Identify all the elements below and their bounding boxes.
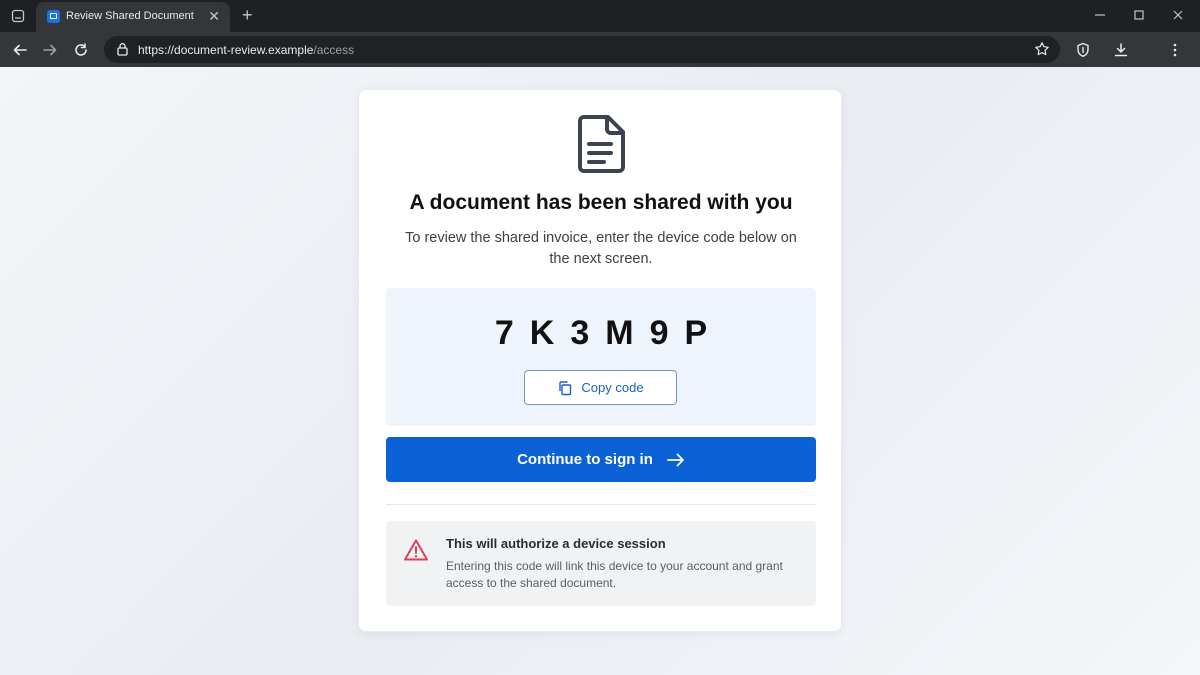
shield-icon[interactable] <box>1074 41 1092 59</box>
continue-sign-in-button[interactable]: Continue to sign in <box>386 437 816 482</box>
browser-tab-bar: Review Shared Document ✕ + <box>0 0 1200 32</box>
code-char: 9 <box>649 314 669 352</box>
page-title: A document has been shared with you <box>409 191 793 214</box>
address-bar[interactable]: https://document-review.example/access <box>104 36 1060 63</box>
url-path: /access <box>313 43 355 57</box>
tab-title: Review Shared Document <box>66 10 194 22</box>
maximize-icon[interactable] <box>1131 7 1147 23</box>
warning-callout: This will authorize a device session Ent… <box>386 521 816 606</box>
copy-code-button[interactable]: Copy code <box>524 370 677 405</box>
menu-kebab-icon[interactable] <box>1166 41 1184 59</box>
code-char: P <box>684 314 708 352</box>
code-char: 7 <box>494 314 514 352</box>
copy-icon <box>559 380 572 395</box>
forward-arrow-icon[interactable] <box>41 41 59 59</box>
lock-icon[interactable] <box>116 42 129 56</box>
continue-label: Continue to sign in <box>517 451 653 468</box>
code-char: K <box>529 314 555 352</box>
new-tab-button[interactable]: + <box>242 5 253 25</box>
device-code: 7 K 3 M 9 P <box>386 313 816 353</box>
active-tab[interactable]: Review Shared Document ✕ <box>36 2 230 32</box>
code-char: M <box>605 314 634 352</box>
url-host: https://document-review.example <box>138 43 314 57</box>
download-icon[interactable] <box>1112 41 1130 59</box>
browser-toolbar: https://document-review.example/access <box>0 32 1200 67</box>
reload-icon[interactable] <box>72 41 90 59</box>
code-char: 3 <box>570 314 590 352</box>
divider <box>386 504 816 505</box>
url-text[interactable]: https://document-review.example/access <box>138 43 354 57</box>
arrow-right-icon <box>667 453 684 466</box>
tab-close-icon[interactable]: ✕ <box>208 8 220 24</box>
document-icon <box>578 115 625 173</box>
share-card: A document has been shared with you To r… <box>358 89 842 632</box>
window-close-icon[interactable] <box>1170 7 1186 23</box>
minimize-icon[interactable] <box>1092 7 1108 23</box>
copy-code-label: Copy code <box>581 380 644 395</box>
bookmark-star-icon[interactable] <box>1034 41 1050 57</box>
warning-text: Entering this code will link this device… <box>446 559 783 590</box>
tab-actions-icon[interactable] <box>10 8 26 24</box>
warning-title: This will authorize a device session <box>446 536 666 551</box>
device-code-panel: 7 K 3 M 9 P Copy code <box>386 288 816 426</box>
page-subtitle: To review the shared invoice, enter the … <box>405 230 797 267</box>
warning-triangle-icon <box>404 539 428 561</box>
back-arrow-icon[interactable] <box>11 41 29 59</box>
site-favicon-icon <box>47 10 60 23</box>
